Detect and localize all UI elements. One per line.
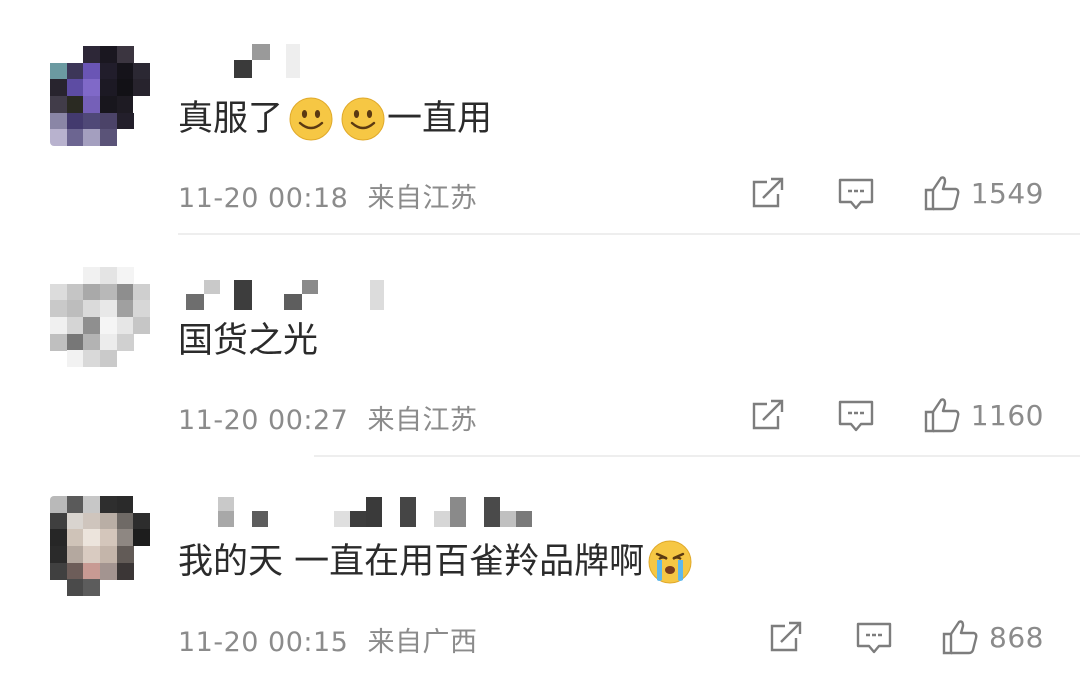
comment-item: 国货之光 11-20 00:27 来自江苏 1160: [0, 222, 1080, 444]
comment-text-main: 国货之光: [178, 321, 319, 361]
reply-icon[interactable]: [855, 618, 893, 656]
comment-text: 我的天 一直在用百雀羚品牌啊: [178, 540, 694, 584]
comment-meta: 11-20 00:15 来自广西: [178, 620, 477, 659]
like-icon[interactable]: [923, 396, 961, 434]
like-count: 868: [989, 620, 1044, 654]
location: 来自江苏: [367, 405, 478, 436]
share-icon[interactable]: [749, 396, 787, 434]
timestamp: 11-20 00:18: [178, 183, 349, 214]
smile-emoji-icon: [289, 97, 333, 141]
avatar[interactable]: [50, 267, 150, 367]
comment-meta: 11-20 00:18 来自江苏: [178, 176, 477, 215]
location: 来自广西: [367, 627, 478, 658]
avatar[interactable]: [50, 46, 150, 146]
comment-actions: 868: [767, 615, 1044, 659]
crying-emoji-icon: [648, 540, 692, 584]
avatar[interactable]: [50, 496, 150, 596]
comment-meta: 11-20 00:27 来自江苏: [178, 398, 477, 437]
comment-item: 我的天 一直在用百雀羚品牌啊 11-20 00:15 来自广西 868: [0, 444, 1080, 666]
comment-text: 真服了 一直用: [178, 97, 492, 141]
like-icon[interactable]: [923, 174, 961, 212]
location: 来自江苏: [367, 183, 478, 214]
like-count: 1160: [970, 398, 1044, 432]
comment-text-suffix: 一直用: [387, 99, 493, 139]
like-count: 1549: [970, 176, 1044, 210]
share-icon[interactable]: [749, 174, 787, 212]
reply-icon[interactable]: [837, 174, 875, 212]
username-redacted[interactable]: [178, 497, 558, 533]
comment-actions: 1549: [749, 171, 1044, 215]
smile-emoji-icon: [341, 97, 385, 141]
timestamp: 11-20 00:15: [178, 627, 349, 658]
timestamp: 11-20 00:27: [178, 405, 349, 436]
username-redacted[interactable]: [178, 44, 598, 80]
like-icon[interactable]: [941, 618, 979, 656]
comment-text-main: 真服了: [178, 99, 284, 139]
comment-text: 国货之光: [178, 319, 318, 363]
comment-actions: 1160: [749, 393, 1044, 437]
share-icon[interactable]: [767, 618, 805, 656]
comment-text-main: 我的天 一直在用百雀羚品牌啊: [178, 542, 645, 582]
username-redacted[interactable]: [178, 280, 598, 316]
reply-icon[interactable]: [837, 396, 875, 434]
comment-item: 真服了 一直用 11-20 00:18 来自江苏 1549: [0, 0, 1080, 222]
